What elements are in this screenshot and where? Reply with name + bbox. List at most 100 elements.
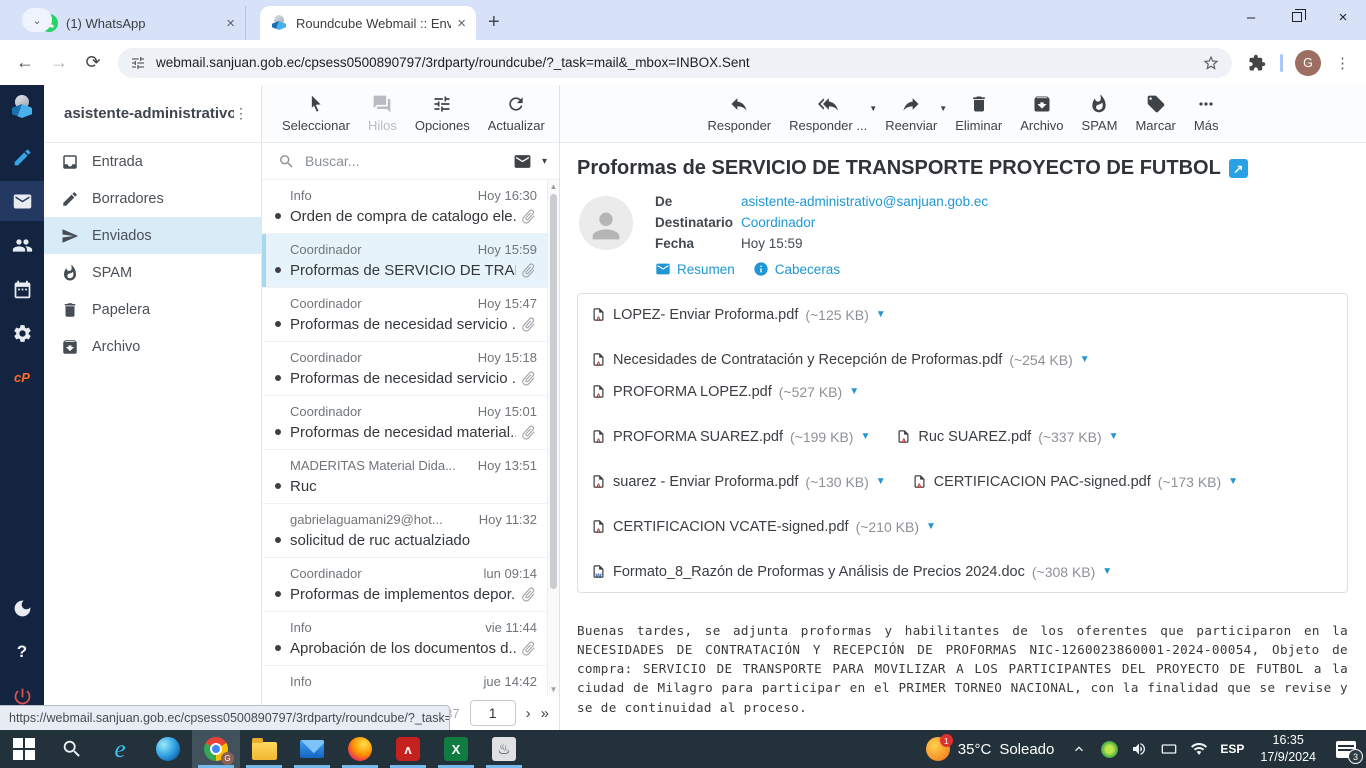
restore-button[interactable] [1274,0,1320,34]
profile-avatar[interactable]: G [1295,49,1321,76]
dropdown-caret-icon[interactable]: ▼ [939,104,947,113]
chrome-button[interactable]: G [192,730,240,768]
file-explorer-button[interactable] [240,730,288,768]
tab-whatsapp[interactable]: (1) WhatsApp × [30,6,246,40]
list-toolbar-button[interactable]: Actualizar [480,92,553,135]
header-action-link[interactable]: Resumen [655,261,735,277]
list-toolbar-button[interactable]: Hilos [360,92,405,135]
attachment-chip[interactable]: ʌ LOPEZ- Enviar Proforma.pdf (~125 KB) ▼ [591,305,886,324]
reader-toolbar-button[interactable]: Archivo [1012,92,1071,135]
firefox-button[interactable] [336,730,384,768]
action-center-button[interactable]: 3 [1326,730,1366,768]
attachment-chip[interactable]: ʌ PROFORMA SUAREZ.pdf (~199 KB) ▼ [591,427,870,446]
header-action-link[interactable]: Cabeceras [753,261,840,277]
attachment-menu-caret-icon[interactable]: ▼ [860,431,870,442]
attachment-menu-caret-icon[interactable]: ▼ [1102,566,1112,577]
dark-mode-button[interactable] [0,588,44,628]
start-button[interactable] [0,730,48,768]
help-button[interactable]: ? [0,632,44,672]
attachment-menu-caret-icon[interactable]: ▼ [1080,354,1090,365]
folder-item[interactable]: Enviados [44,217,261,254]
attachment-chip[interactable]: ʌ CERTIFICACION VCATE-signed.pdf (~210 K… [591,517,936,536]
close-tab-icon[interactable]: × [226,15,235,32]
nav-mail[interactable] [0,181,44,221]
antivirus-tray-icon[interactable] [1094,730,1124,768]
next-page-icon[interactable]: › [526,705,531,722]
reader-toolbar-button[interactable]: Más [1186,92,1227,135]
scroll-up-icon[interactable]: ▲ [548,182,559,191]
message-row[interactable]: MADERITAS Material Dida... Hoy 13:51 Ruc [262,450,559,504]
list-toolbar-button[interactable]: Seleccionar [274,92,358,135]
message-row[interactable]: Coordinador Hoy 15:01 Proformas de neces… [262,396,559,450]
list-toolbar-button[interactable]: Opciones [407,92,478,135]
attachment-chip[interactable]: ʌ PROFORMA LOPEZ.pdf (~527 KB) ▼ [591,382,859,401]
reload-button[interactable]: ⟳ [76,46,110,80]
display-cast-icon[interactable] [1154,730,1184,768]
minimize-button[interactable]: – [1228,0,1274,34]
back-button[interactable]: ← [8,46,42,80]
address-bar[interactable]: webmail.sanjuan.gob.ec/cpsess0500890797/… [118,47,1232,78]
reader-toolbar-button[interactable]: ▼ Reenviar [877,92,947,135]
folder-item[interactable]: SPAM [44,254,261,291]
mail-app-button[interactable] [288,730,336,768]
attachment-menu-caret-icon[interactable]: ▼ [849,386,859,397]
message-row[interactable]: Coordinador Hoy 15:47 Proformas de neces… [262,288,559,342]
attachment-chip[interactable]: ʌ Necesidades de Contratación y Recepció… [591,350,1090,369]
message-row[interactable]: gabrielaguamani29@hot... Hoy 11:32 solic… [262,504,559,558]
list-scrollbar[interactable]: ▲ ▼ [547,180,559,696]
account-menu-icon[interactable]: ⋮ [234,105,249,122]
reader-toolbar-button[interactable]: Responder [700,92,780,135]
folder-item[interactable]: Entrada [44,143,261,180]
taskbar-clock[interactable]: 16:35 17/9/2024 [1250,732,1326,766]
taskbar-weather[interactable]: 1 35°C Soleado [916,734,1065,761]
site-settings-icon[interactable] [130,55,146,71]
taskbar-search-button[interactable] [48,730,96,768]
attachment-menu-caret-icon[interactable]: ▼ [876,309,886,320]
nav-calendar[interactable] [0,269,44,309]
attachment-menu-caret-icon[interactable]: ▼ [876,476,886,487]
bookmark-star-icon[interactable] [1202,54,1220,72]
last-page-icon[interactable]: » [541,705,549,722]
excel-button[interactable]: X [432,730,480,768]
folder-item[interactable]: Archivo [44,328,261,365]
close-window-button[interactable]: × [1320,0,1366,34]
browser-menu-icon[interactable]: ⋮ [1335,54,1350,72]
internet-explorer-button[interactable]: e [96,730,144,768]
reader-toolbar-button[interactable]: Marcar [1127,92,1183,135]
attachment-menu-caret-icon[interactable]: ▼ [1109,431,1119,442]
message-row[interactable]: Info vie 11:44 Aprobación de los documen… [262,612,559,666]
tab-roundcube[interactable]: Roundcube Webmail :: Enviados × [260,6,476,40]
page-number-input[interactable] [469,700,516,726]
attachment-chip[interactable]: ʌ Ruc SUAREZ.pdf (~337 KB) ▼ [896,427,1119,446]
folder-item[interactable]: Papelera [44,291,261,328]
attachment-chip[interactable]: ʌ suarez - Enviar Proforma.pdf (~130 KB)… [591,472,886,491]
search-input[interactable] [305,153,503,169]
wifi-icon[interactable] [1184,730,1214,768]
attachment-menu-caret-icon[interactable]: ▼ [926,521,936,532]
scroll-down-icon[interactable]: ▼ [548,685,559,694]
message-row[interactable]: Coordinador Hoy 15:59 Proformas de SERVI… [262,234,559,288]
reader-toolbar-button[interactable]: Eliminar [947,92,1010,135]
forward-button[interactable]: → [42,46,76,80]
dropdown-caret-icon[interactable]: ▼ [869,104,877,113]
attachment-chip[interactable]: ʌ CERTIFICACION PAC-signed.pdf (~173 KB)… [912,472,1238,491]
attachment-chip[interactable]: w Formato_8_Razón de Proformas y Análisi… [591,562,1112,581]
compose-button[interactable] [0,137,44,177]
acrobat-button[interactable]: ʌ [384,730,432,768]
folder-item[interactable]: Borradores [44,180,261,217]
reader-toolbar-button[interactable]: SPAM [1074,92,1126,135]
nav-settings[interactable] [0,313,44,353]
attachment-menu-caret-icon[interactable]: ▼ [1228,476,1238,487]
new-tab-button[interactable]: + [488,11,500,34]
tab-search-icon[interactable]: ⌄ [22,8,52,32]
message-row[interactable]: Coordinador lun 09:14 Proformas de imple… [262,558,559,612]
search-scope-mail-icon[interactable] [513,152,532,171]
open-in-new-window-icon[interactable]: ↗ [1228,159,1248,178]
volume-icon[interactable] [1124,730,1154,768]
edge-button[interactable] [144,730,192,768]
message-row[interactable]: Coordinador Hoy 15:18 Proformas de neces… [262,342,559,396]
chevron-down-icon[interactable]: ▾ [542,156,547,167]
close-tab-icon[interactable]: × [457,15,466,32]
message-row[interactable]: Info Hoy 16:30 Orden de compra de catalo… [262,180,559,234]
scrollbar-thumb[interactable] [550,194,557,589]
